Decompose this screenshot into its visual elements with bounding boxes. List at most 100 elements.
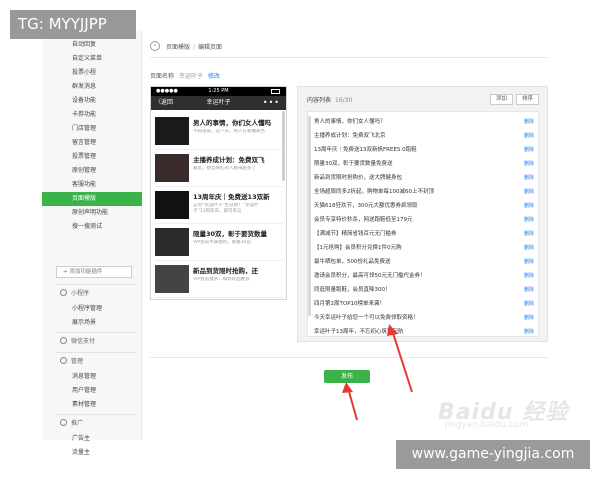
delete-link[interactable]: 删除 [524,132,534,140]
article-divider [155,297,283,298]
sidebar-group-title: 推广 [60,418,140,430]
list-item[interactable]: 邀请会员积分，最高可领50元无门槛代金券！ 删除 [314,269,534,283]
delete-link[interactable]: 删除 [524,188,534,196]
article-title: 限量30双，彰于要货数量 [193,230,268,238]
list-item[interactable]: 四月第2周TOP10榜单来袭！ 删除 [314,297,534,311]
list-item[interactable]: 天猫618狂欢节，300元大额优惠券疯领取 删除 [314,199,534,213]
delete-link[interactable]: 删除 [524,328,534,336]
sidebar-item[interactable]: 自动回复 [42,38,142,52]
list-item-title: 四月第2周TOP10榜单来袭！ [314,301,386,307]
list-item[interactable]: 全场超周同多2折起，购物单每100减60上不封顶 删除 [314,185,534,199]
list-item-title: 新品到货限时抢购价，送大牌健身包 [314,175,403,181]
list-item-title: 天猫618狂欢节，300元大额优惠券疯领取 [314,203,418,209]
sidebar-group-title: 管理 [60,356,140,368]
list-item-title: 邀请会员积分，最高可领50元无门槛代金券！ [314,273,426,279]
more-icon[interactable]: ••• [263,96,280,109]
sidebar-item[interactable]: 原创声明功能 [42,206,142,220]
delete-link[interactable]: 删除 [524,272,534,280]
list-item[interactable]: 同逛限量跑鞋，会员直降300！ 删除 [314,283,534,297]
sidebar-item[interactable]: 页面模版 [42,192,142,206]
tg-banner: TG: MYYJJPP [10,10,136,39]
page-name-edit-link[interactable]: 修改 [208,73,220,80]
group-icon [60,419,67,426]
list-item[interactable]: 13周年庆｜免费送13双新帆FREES.0跑鞋 删除 [314,143,534,157]
article-desc: 又到“幸运叶子”生日啦！“幸运叶子”13周年庆，即可参与 [193,203,259,214]
page-name-label: 页面名称 [150,73,175,80]
sidebar-subitem[interactable]: 素材管理 [42,398,142,412]
sidebar-group-label: 微信支付 [71,338,96,345]
group-icon [60,289,67,296]
article-divider [155,149,283,150]
sidebar-item[interactable]: 群发消息 [42,80,142,94]
article-thumbnail [155,191,189,219]
group-icon [60,337,67,344]
sidebar-item[interactable]: 留言管理 [42,136,142,150]
list-item[interactable]: 限量30双，彰于要货数量免费送 删除 [314,157,534,171]
sidebar-item[interactable]: 门店管理 [42,122,142,136]
list-item[interactable]: 今天幸运叶子给您一个可以免费领取资格！ 删除 [314,311,534,325]
list-item[interactable]: 【满减节】精简省钱百元无门槛券 删除 [314,227,534,241]
delete-link[interactable]: 删除 [524,300,534,308]
list-item[interactable]: 男人的事情，你们女人懂吗？ 删除 [314,115,534,129]
delete-link[interactable]: 删除 [524,244,534,252]
delete-link[interactable]: 删除 [524,202,534,210]
delete-link[interactable]: 删除 [524,230,534,238]
footer-divider [150,357,548,358]
sidebar-item[interactable]: 原创管理 [42,164,142,178]
sidebar-subitem[interactable]: 流量主 [42,446,142,460]
list-item[interactable]: 新品到货限时抢购价，送大牌健身包 删除 [314,171,534,185]
article-item[interactable]: 男人的事情，你们女人懂吗 不知道说，这一天，男人在家做家务 [155,117,283,147]
baidu-watermark-sub: jingyan.baidu.com [445,420,529,430]
list-item-title: 会员专享特价秒杀，网送跑鞋低至179元 [314,217,413,223]
chevron-left-icon[interactable]: ‹ [150,41,160,51]
list-item[interactable]: 幸运叶子13周年，不忘初心筑梦起航 删除 [314,325,534,339]
delete-link[interactable]: 删除 [524,160,534,168]
sidebar-group-label: 管理 [71,358,84,365]
delete-link[interactable]: 删除 [524,146,534,154]
article-desc: 最近，想当网红的人越来越多了 [193,166,256,171]
article-thumbnail [155,154,189,182]
sort-button[interactable]: 排序 [516,94,540,105]
sidebar-subitem[interactable]: 展示场景 [42,316,142,330]
sidebar-subitem[interactable]: 广告主 [42,432,142,446]
list-item[interactable]: 最牛晒包单，500份礼品免费送 删除 [314,255,534,269]
delete-link[interactable]: 删除 [524,118,534,126]
list-item[interactable]: 主播养成计划：免费双飞北京 删除 [314,129,534,143]
list-item-title: 全场超周同多2折起，购物单每100减60上不封顶 [314,189,434,195]
sidebar-item[interactable]: 客服功能 [42,178,142,192]
article-title: 主播养成计划：免费双飞 [193,156,265,164]
article-item[interactable]: 主播养成计划：免费双飞 最近，想当网红的人越来越多了 [155,154,283,184]
breadcrumb-parent[interactable]: 页面模版 [166,44,190,51]
panel-count: 16/30 [335,97,353,104]
phone-preview: ●●●●● 1:25 PM 〈返回 幸运叶子 ••• 男人的事情，你们女人懂吗不… [150,86,287,300]
list-item-title: 【满减节】精简省钱百元无门槛券 [314,231,397,237]
annotation-arrow-publish [347,387,358,421]
sidebar-subitem[interactable]: 消息管理 [42,370,142,384]
delete-link[interactable]: 删除 [524,216,534,224]
list-item[interactable]: 【1元抢购】会员积分兑换1件0元购 删除 [314,241,534,255]
sidebar-item[interactable]: 投票管理 [42,150,142,164]
sidebar-item[interactable]: 自定义菜单 [42,52,142,66]
article-item[interactable]: 新品到货限时抢购，还 VIP会员独享，每周新品推荐 [155,265,283,295]
add-button[interactable]: 添加 [490,94,514,105]
publish-button[interactable]: 发布 [324,370,370,383]
delete-link[interactable]: 删除 [524,314,534,322]
delete-link[interactable]: 删除 [524,286,534,294]
sidebar-subitem[interactable]: 小程序管理 [42,302,142,316]
list-item-title: 幸运叶子13周年，不忘初心筑梦起航 [314,329,404,335]
sidebar-item[interactable]: 搜一搜测试 [42,220,142,234]
article-item[interactable]: 13周年庆｜免费送13双新 又到“幸运叶子”生日啦！“幸运叶子”13周年庆，即可参… [155,191,283,221]
sidebar-item[interactable]: 卡券功能 [42,108,142,122]
list-scrollbar[interactable] [308,116,311,316]
sidebar-item[interactable]: 设备功能 [42,94,142,108]
sidebar-subitem[interactable]: 用户管理 [42,384,142,398]
list-item-title: 限量30双，彰于要货数量免费送 [314,161,393,167]
delete-link[interactable]: 删除 [524,258,534,266]
list-item-title: 主播养成计划：免费双飞北京 [314,133,386,139]
delete-link[interactable]: 删除 [524,174,534,182]
panel-header: 内容列表 16/30 [307,95,352,104]
add-plugin-button[interactable]: + 添加功能插件 [56,266,132,278]
sidebar-item[interactable]: 投票小程 [42,66,142,80]
article-item[interactable]: 限量30双，彰于要货数量 VIP会员专属福利，限量30双 [155,228,283,258]
list-item[interactable]: 会员专享特价秒杀，网送跑鞋低至179元 删除 [314,213,534,227]
